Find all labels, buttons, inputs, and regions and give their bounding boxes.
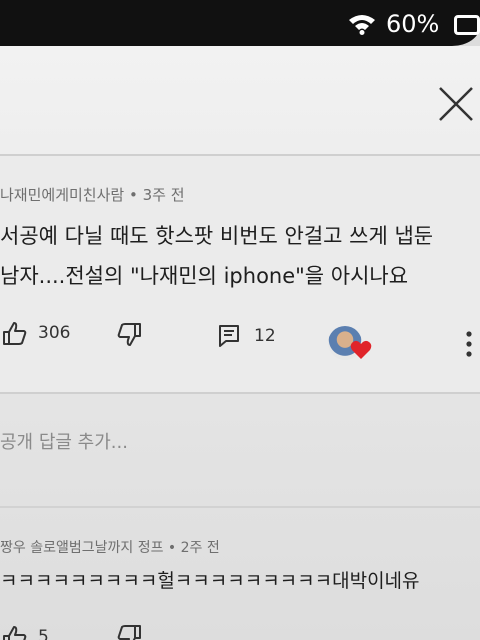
meta-separator: • [167,540,181,556]
like-count: 306 [38,323,71,343]
reply-icon [219,325,239,347]
thumbs-down-icon [117,625,141,640]
reply-like-count: 5 [38,627,49,640]
heart-icon [350,340,372,359]
reply-like-button[interactable]: 5 [2,624,49,640]
divider [0,506,480,508]
close-icon[interactable] [436,84,476,124]
battery-icon [454,15,480,35]
thumbs-up-icon [3,626,27,640]
comment-body-line1: 서공예 다닐 때도 핫스팟 비번도 안걸고 쓰게 냅둔 [0,224,434,248]
status-bar: 60% [0,0,480,46]
divider [0,154,480,156]
reply-count: 12 [254,326,276,346]
comment-meta: 나재민에게미친사람 • 3주 전 [0,184,185,205]
like-button[interactable]: 306 [2,320,70,346]
reply-time: 2주 전 [180,540,220,556]
reply-dislike-button[interactable] [114,624,142,640]
comment-time: 3주 전 [142,186,185,204]
reply-meta: 짱우 솔로앨범그날까지 정프 • 2주 전 [0,537,220,557]
replies-button[interactable]: 12 [218,324,276,348]
meta-separator: • [128,186,143,204]
comment-body-line2: 남자....전설의 "나재민의 iphone"을 아시나요 [0,264,409,288]
dislike-button[interactable] [114,322,142,348]
comment-author[interactable]: 나재민에게미친사람 [0,186,124,204]
more-options-icon[interactable] [464,330,474,358]
battery-percentage: 60% [386,10,440,38]
reply-author[interactable]: 짱우 솔로앨범그날까지 정프 [0,540,163,556]
thumbs-up-icon [3,322,27,345]
divider [0,392,480,394]
thumbs-down-icon [117,323,141,346]
wifi-icon [349,15,375,35]
add-reply-input[interactable]: 공개 답글 추가... [0,428,128,454]
reply-body: ㅋㅋㅋㅋㅋㅋㅋㅋㅋ헐ㅋㅋㅋㅋㅋㅋㅋㅋㅋ대박이네유 [0,570,420,592]
